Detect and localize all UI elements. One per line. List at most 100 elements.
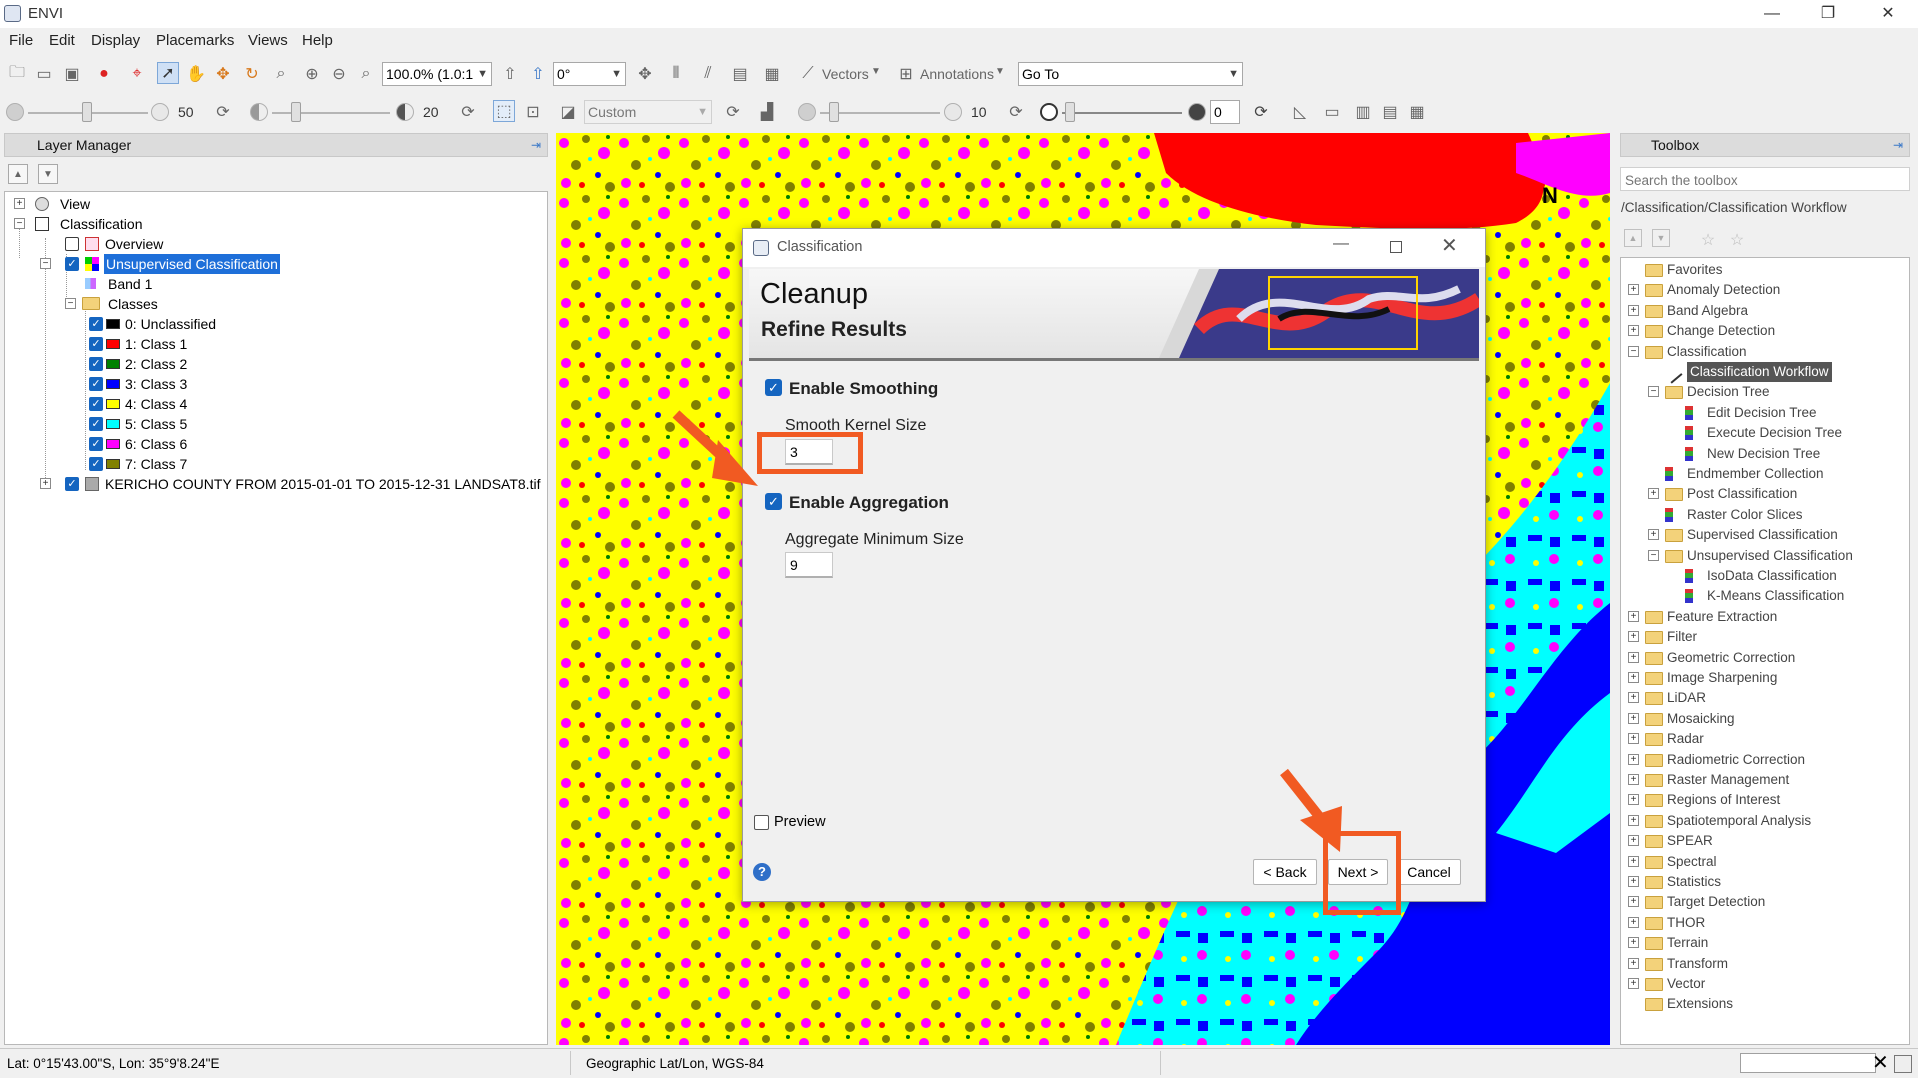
menu-views[interactable]: Views xyxy=(248,32,288,49)
goto-select[interactable]: Go To ▼ xyxy=(1018,62,1243,86)
close-window-button[interactable]: ✕ xyxy=(1866,2,1910,26)
menu-placemarks[interactable]: Placemarks xyxy=(156,32,234,49)
reset-brightness-icon[interactable]: ⟳ xyxy=(212,101,234,123)
stretch-select[interactable]: Custom ▼ xyxy=(584,100,712,124)
expand-icon[interactable]: + xyxy=(1628,896,1639,908)
raster-checkbox[interactable]: ✓ xyxy=(65,477,79,491)
expand-icon[interactable]: + xyxy=(1628,610,1639,622)
dock-panel-icon[interactable]: ⇥ xyxy=(531,134,541,156)
layout-1-icon[interactable]: ▥ xyxy=(1352,101,1374,123)
enable-smoothing-checkbox[interactable]: ✓ xyxy=(765,379,782,396)
aggregate-minimum-size-input[interactable]: 9 xyxy=(785,552,833,578)
expand-icon[interactable]: + xyxy=(1628,284,1639,296)
select-cursor-icon[interactable]: ➚ xyxy=(157,62,179,84)
add-favorite-icon[interactable]: ☆ xyxy=(1697,229,1719,251)
collapse-all-icon[interactable]: ▲ xyxy=(8,164,28,184)
class-checkbox[interactable]: ✓ xyxy=(89,437,103,451)
stretch-view-icon[interactable]: ⊡ xyxy=(522,101,544,123)
transparency-value-field[interactable]: 0 xyxy=(1210,100,1240,124)
expand-icon[interactable]: + xyxy=(1628,692,1639,704)
histogram-icon[interactable]: ▟ xyxy=(756,101,778,123)
reset-stretch-icon[interactable]: ⟳ xyxy=(722,101,744,123)
chevron-down-icon[interactable]: ▼ xyxy=(871,66,881,77)
expand-icon[interactable]: + xyxy=(1648,488,1659,500)
toolbox-search-box[interactable] xyxy=(1620,167,1910,191)
expand-icon[interactable]: + xyxy=(1628,794,1639,806)
collapse-icon[interactable]: − xyxy=(1628,345,1639,357)
class-checkbox[interactable]: ✓ xyxy=(89,357,103,371)
crosshair-icon[interactable]: ⌖ xyxy=(126,63,148,85)
reset-sharpen-icon[interactable]: ⟳ xyxy=(1005,101,1027,123)
expand-icon[interactable]: + xyxy=(1648,529,1659,541)
minimize-button[interactable]: — xyxy=(1750,2,1794,26)
overview-checkbox[interactable] xyxy=(65,237,79,251)
collapse-icon[interactable]: − xyxy=(40,258,51,269)
pan-hand-icon[interactable]: ✋ xyxy=(185,63,207,85)
fly-icon[interactable]: ✥ xyxy=(212,63,234,85)
vectors-icon[interactable]: ⟋ xyxy=(797,63,819,85)
expand-icon[interactable]: + xyxy=(1628,855,1639,867)
cancel-process-icon[interactable]: ✕ xyxy=(1872,1051,1889,1075)
rotation-select[interactable]: 0° ▼ xyxy=(553,62,626,86)
menu-file[interactable]: File xyxy=(9,32,33,49)
unsupervised-classification-checkbox[interactable]: ✓ xyxy=(65,257,79,271)
placemark-icon[interactable]: ● xyxy=(93,63,115,85)
expand-icon[interactable]: + xyxy=(1628,672,1639,683)
dialog-close-button[interactable]: ✕ xyxy=(1441,233,1458,258)
class-checkbox[interactable]: ✓ xyxy=(89,397,103,411)
swipe-icon[interactable]: ⫴ xyxy=(665,63,687,85)
enable-aggregation-checkbox[interactable]: ✓ xyxy=(765,493,782,510)
reset-contrast-icon[interactable]: ⟳ xyxy=(457,101,479,123)
menu-help[interactable]: Help xyxy=(302,32,333,49)
dialog-maximize-button[interactable] xyxy=(1390,241,1402,253)
measure-icon[interactable]: ◺ xyxy=(1289,101,1311,123)
zoom-box-icon[interactable]: ⌕ xyxy=(270,63,292,85)
layout-2-icon[interactable]: ▤ xyxy=(1379,101,1401,123)
rotate-view-icon[interactable]: ⇧ xyxy=(527,63,549,85)
back-button[interactable]: < Back xyxy=(1253,859,1317,885)
expand-icon[interactable]: + xyxy=(1628,712,1639,724)
expand-icon[interactable]: + xyxy=(1628,631,1639,643)
chevron-down-icon[interactable]: ▼ xyxy=(995,66,1005,77)
expand-icon[interactable]: + xyxy=(14,198,25,209)
zoom-full-icon[interactable]: ⌕ xyxy=(355,63,377,85)
expand-icon[interactable]: + xyxy=(1628,774,1639,785)
brightness-slider-knob[interactable] xyxy=(82,102,92,122)
flicker-icon[interactable]: ⫽ xyxy=(697,63,719,85)
menu-display[interactable]: Display xyxy=(91,32,140,49)
zoom-in-icon[interactable]: ⊕ xyxy=(301,63,323,85)
dialog-minimize-button[interactable]: — xyxy=(1333,235,1349,253)
expand-icon[interactable]: + xyxy=(1628,733,1639,745)
cancel-button[interactable]: Cancel xyxy=(1397,859,1461,885)
zoom-out-icon[interactable]: ⊖ xyxy=(328,63,350,85)
portal-icon[interactable]: ▦ xyxy=(761,63,783,85)
class-checkbox[interactable]: ✓ xyxy=(89,317,103,331)
blend-icon[interactable]: ▤ xyxy=(729,63,751,85)
expand-icon[interactable]: + xyxy=(1628,304,1639,316)
expand-icon[interactable]: + xyxy=(1628,916,1639,928)
expand-icon[interactable]: + xyxy=(1628,876,1639,887)
expand-icon[interactable]: + xyxy=(1628,937,1639,949)
annotations-menu[interactable]: Annotations xyxy=(920,66,994,82)
chip-view-icon[interactable]: ▭ xyxy=(1321,101,1343,123)
layout-3-icon[interactable]: ▦ xyxy=(1406,101,1428,123)
menu-edit[interactable]: Edit xyxy=(49,32,75,49)
reset-transparency-icon[interactable]: ⟳ xyxy=(1250,101,1272,123)
collapse-all-icon[interactable]: ▲ xyxy=(1624,229,1642,247)
collapse-icon[interactable]: − xyxy=(14,218,25,229)
class-checkbox[interactable]: ✓ xyxy=(89,417,103,431)
collapse-icon[interactable]: − xyxy=(65,298,76,309)
transparency-slider-track[interactable] xyxy=(1062,112,1182,114)
help-icon[interactable]: ? xyxy=(753,863,771,881)
expand-all-icon[interactable]: ▼ xyxy=(38,164,58,184)
chip-icon[interactable]: ▣ xyxy=(61,63,83,85)
data-manager-icon[interactable]: ▭ xyxy=(33,63,55,85)
dock-panel-icon[interactable]: ⇥ xyxy=(1893,134,1903,156)
preview-checkbox[interactable] xyxy=(754,815,769,830)
stretch-type-icon[interactable]: ◪ xyxy=(557,101,579,123)
expand-icon[interactable]: + xyxy=(1628,651,1639,663)
contrast-slider-knob[interactable] xyxy=(291,102,301,122)
open-file-icon[interactable]: 🗀 xyxy=(6,63,28,85)
vectors-menu[interactable]: Vectors xyxy=(822,66,869,82)
class-checkbox[interactable]: ✓ xyxy=(89,377,103,391)
